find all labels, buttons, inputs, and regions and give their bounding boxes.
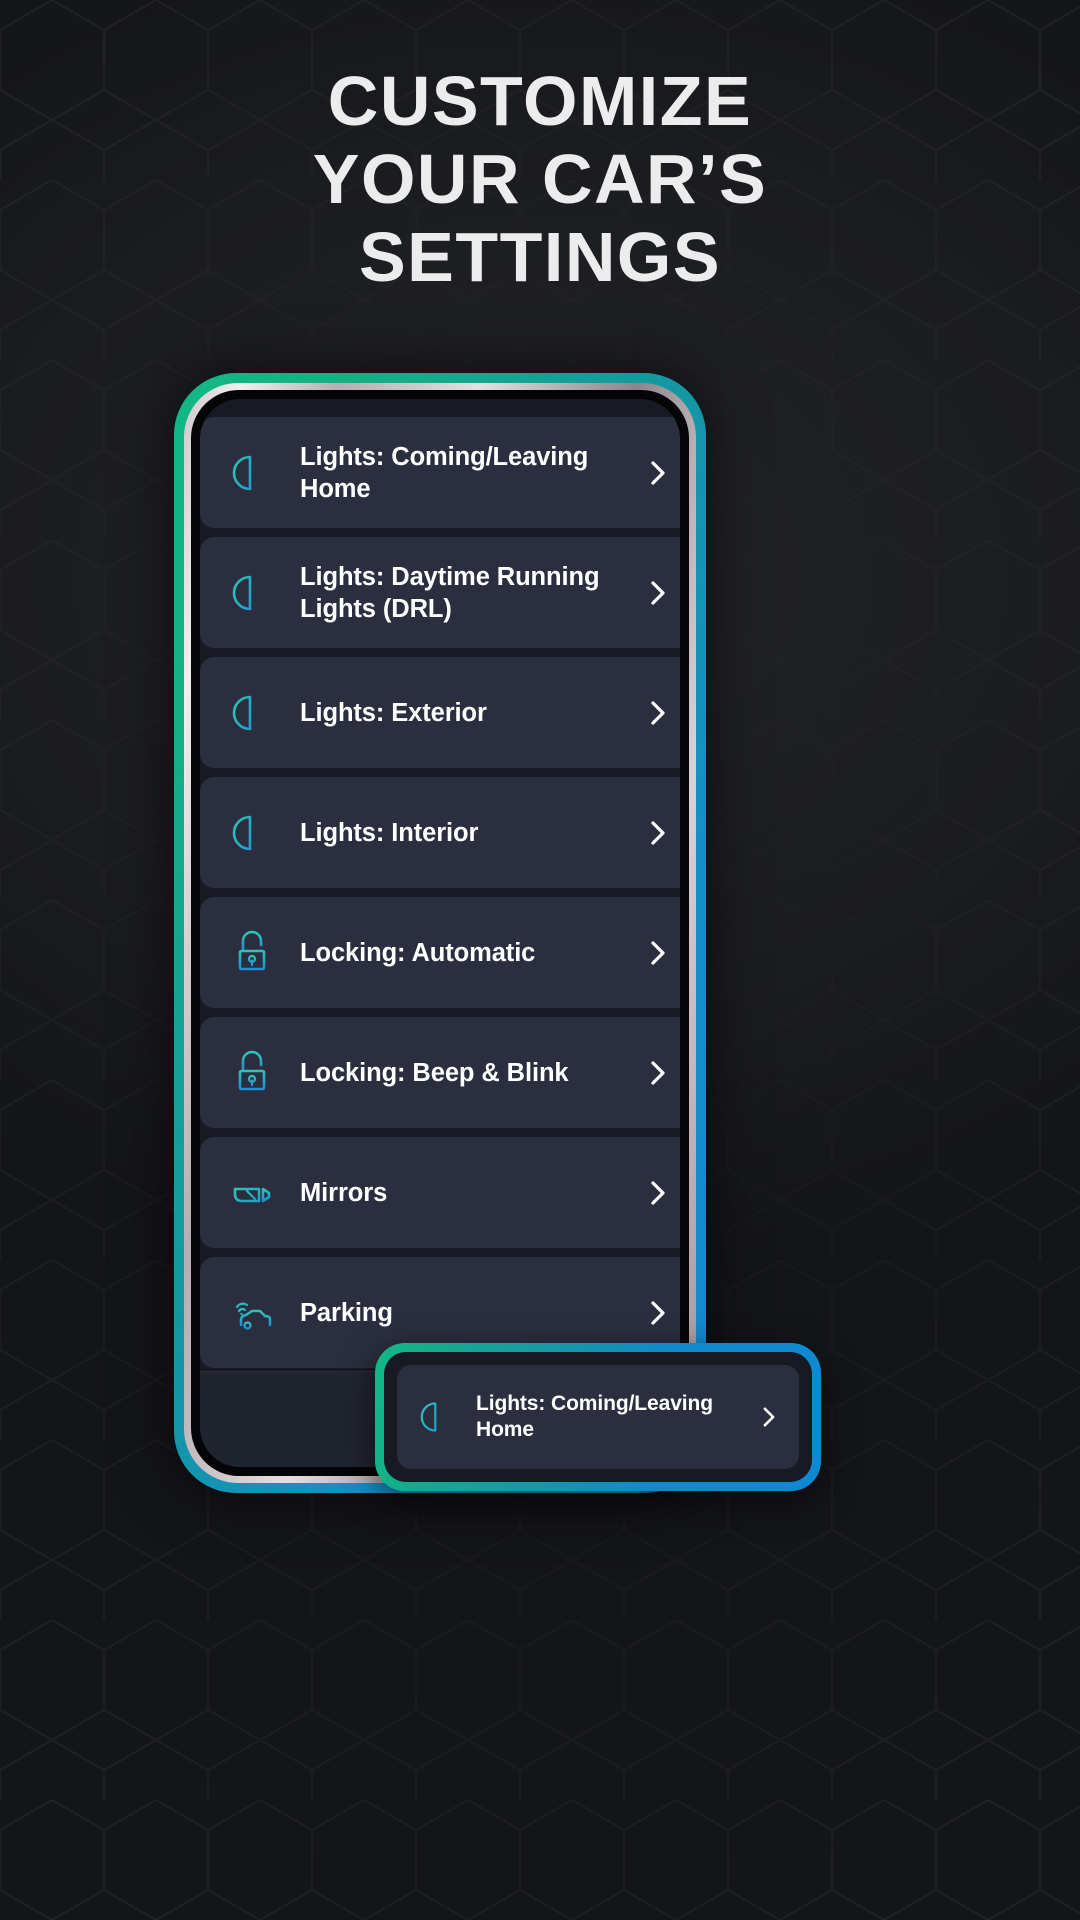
headlight-icon bbox=[415, 1395, 459, 1439]
chevron-right-icon[interactable] bbox=[641, 816, 675, 850]
setting-row-label: Locking: Automatic bbox=[300, 938, 536, 967]
chevron-right-icon[interactable] bbox=[641, 1176, 675, 1210]
page-title: CUSTOMIZE YOUR CAR’S SETTINGS bbox=[0, 62, 1080, 296]
padlock-icon bbox=[226, 1047, 278, 1099]
chevron-right-icon[interactable] bbox=[641, 936, 675, 970]
chevron-right-icon[interactable] bbox=[755, 1403, 783, 1431]
setting-row[interactable]: Lights: Exterior bbox=[200, 657, 680, 768]
chevron-right-icon[interactable] bbox=[641, 1056, 675, 1090]
chevron-right-icon[interactable] bbox=[641, 1296, 675, 1330]
headline-line-3: SETTINGS bbox=[358, 218, 722, 296]
setting-row[interactable]: Lights: Daytime Running Lights (DRL) bbox=[200, 537, 680, 648]
phone-screen: Lights: Coming/Leaving Home Lights: Dayt… bbox=[200, 399, 680, 1467]
phone-mockup: Lights: Coming/Leaving Home Lights: Dayt… bbox=[174, 373, 706, 1493]
setting-row-label: Parking bbox=[300, 1298, 393, 1327]
setting-row-label: Lights: Exterior bbox=[300, 698, 487, 727]
setting-row-label: Mirrors bbox=[300, 1178, 388, 1207]
setting-row-label: Lights: Daytime Running Lights (DRL) bbox=[300, 562, 600, 623]
setting-row-label: Lights: Coming/Leaving Home bbox=[300, 442, 589, 503]
padlock-icon bbox=[226, 927, 278, 979]
settings-list: Lights: Coming/Leaving Home Lights: Dayt… bbox=[200, 417, 680, 1377]
highlighted-callout: Lights: Coming/Leaving Home bbox=[375, 1343, 821, 1491]
chevron-right-icon[interactable] bbox=[641, 576, 675, 610]
setting-row[interactable]: Lights: Interior bbox=[200, 777, 680, 888]
setting-row[interactable]: Mirrors bbox=[200, 1137, 680, 1248]
side-mirror-icon bbox=[226, 1167, 278, 1219]
chevron-right-icon[interactable] bbox=[641, 456, 675, 490]
chevron-right-icon[interactable] bbox=[641, 696, 675, 730]
setting-row[interactable]: Locking: Beep & Blink bbox=[200, 1017, 680, 1128]
headlight-icon bbox=[226, 447, 278, 499]
setting-row-label: Locking: Beep & Blink bbox=[300, 1058, 569, 1087]
callout-row-label: Lights: Coming/Leaving Home bbox=[476, 1392, 713, 1441]
headline-line-1: CUSTOMIZE bbox=[327, 62, 753, 140]
setting-row-label: Lights: Interior bbox=[300, 818, 479, 847]
headline-line-2: YOUR CAR’S bbox=[312, 140, 768, 218]
headlight-icon bbox=[226, 687, 278, 739]
setting-row[interactable]: Locking: Automatic bbox=[200, 897, 680, 1008]
callout-inner-backdrop: Lights: Coming/Leaving Home bbox=[384, 1352, 812, 1482]
headlight-icon bbox=[226, 567, 278, 619]
setting-row[interactable]: Lights: Coming/Leaving Home bbox=[200, 417, 680, 528]
headlight-icon bbox=[226, 807, 278, 859]
parking-sensor-icon bbox=[226, 1287, 278, 1339]
callout-setting-row[interactable]: Lights: Coming/Leaving Home bbox=[397, 1365, 799, 1469]
